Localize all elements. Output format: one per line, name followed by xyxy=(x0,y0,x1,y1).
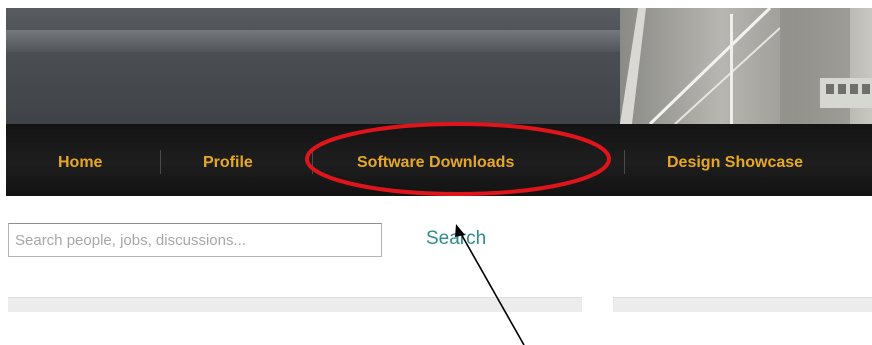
banner-structure-graphic xyxy=(620,8,872,124)
main-nav-bar: Home Profile Software Downloads Design S… xyxy=(6,124,872,196)
nav-item-home[interactable]: Home xyxy=(58,152,102,174)
search-button[interactable]: Search xyxy=(426,226,486,252)
banner-left-border xyxy=(0,0,6,124)
content-panel-right xyxy=(613,297,872,312)
nav-separator xyxy=(160,150,161,174)
content-panel-left xyxy=(8,297,582,312)
banner-top-border xyxy=(0,0,872,8)
nav-separator xyxy=(624,150,625,174)
nav-item-software-downloads[interactable]: Software Downloads xyxy=(357,152,514,174)
nav-item-profile[interactable]: Profile xyxy=(203,152,253,174)
banner-roof-band xyxy=(6,30,636,52)
header-banner xyxy=(0,0,872,124)
nav-separator xyxy=(312,150,313,174)
search-input[interactable] xyxy=(8,223,382,257)
nav-item-design-showcase[interactable]: Design Showcase xyxy=(667,152,803,174)
